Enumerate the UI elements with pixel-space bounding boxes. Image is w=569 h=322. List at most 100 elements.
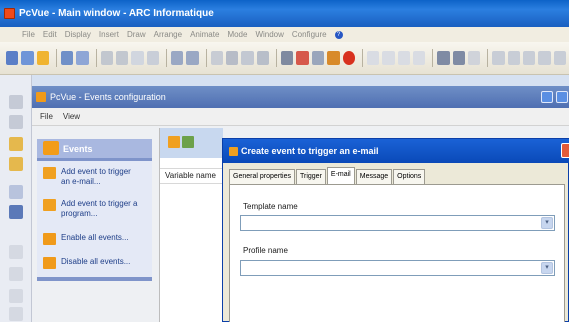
color-icon[interactable] — [296, 51, 309, 65]
layers-icon[interactable] — [311, 51, 325, 65]
main-titlebar: PcVue - Main window - ARC Informatique — [0, 0, 569, 27]
zoom-in-icon[interactable] — [492, 51, 505, 65]
dialog-email-icon — [229, 146, 238, 156]
events-window-icon — [36, 92, 46, 102]
toolbar-separator — [487, 49, 489, 67]
tab-general-properties[interactable]: General properties — [229, 169, 295, 184]
table-icon[interactable] — [452, 51, 465, 65]
group-icon[interactable] — [241, 51, 254, 65]
tab-trigger[interactable]: Trigger — [295, 169, 326, 184]
properties-icon[interactable] — [281, 51, 294, 65]
delete-icon[interactable] — [210, 51, 224, 65]
menu-display[interactable]: Display — [65, 30, 91, 39]
disable-events-icon — [43, 257, 56, 269]
minimize-button[interactable] — [541, 91, 553, 103]
variable-list-panel: Variable name — [159, 128, 223, 322]
copy-icon[interactable] — [116, 51, 129, 65]
paste-icon[interactable] — [131, 51, 144, 65]
zoom-area-icon[interactable] — [523, 51, 536, 65]
draw-pen-icon[interactable] — [382, 51, 395, 65]
profile-name-combobox[interactable]: ▾ — [240, 260, 555, 276]
toolbar-separator — [56, 49, 58, 67]
task-label: Add event to trigger a program... — [61, 199, 138, 218]
rotate-icon[interactable] — [9, 115, 23, 129]
template-name-combobox[interactable]: ▾ — [240, 215, 555, 231]
folder-icon[interactable] — [36, 51, 50, 65]
open-icon[interactable] — [21, 51, 34, 65]
events-window-menubar: File View — [32, 108, 569, 126]
panel-icon[interactable] — [9, 205, 23, 219]
ungroup-icon[interactable] — [256, 51, 270, 65]
info-icon[interactable] — [9, 185, 23, 199]
pen-icon[interactable] — [9, 157, 23, 171]
menu-animate[interactable]: Animate — [190, 30, 219, 39]
toolbar-separator — [166, 49, 168, 67]
shape-tool-icon[interactable] — [9, 307, 23, 321]
task-add-email-event[interactable]: Add event to trigger an e-mail... — [43, 167, 141, 187]
menu-insert[interactable]: Insert — [99, 30, 119, 39]
dialog-title: Create event to trigger an e-mail — [241, 146, 379, 156]
grid-icon[interactable] — [437, 51, 450, 65]
variable-list-toolbar — [160, 128, 223, 158]
menu-arrange[interactable]: Arrange — [154, 30, 182, 39]
undo-icon[interactable] — [171, 51, 184, 65]
zoom-menu-icon[interactable] — [553, 51, 567, 65]
events-task-list: Add event to trigger an e-mail... Add ev… — [37, 161, 152, 277]
task-label: Add event to trigger an e-mail... — [61, 167, 131, 186]
pencil-icon[interactable] — [9, 137, 23, 151]
task-add-program-event[interactable]: Add event to trigger a program... — [43, 199, 141, 219]
redo-icon[interactable] — [186, 51, 199, 65]
events-menu-view[interactable]: View — [63, 112, 80, 121]
menu-edit[interactable]: Edit — [43, 30, 57, 39]
tab-options[interactable]: Options — [393, 169, 426, 184]
maximize-button[interactable] — [556, 91, 568, 103]
pointer-icon[interactable] — [9, 95, 23, 109]
chevron-down-icon[interactable]: ▾ — [541, 262, 553, 274]
menu-mode[interactable]: Mode — [227, 30, 247, 39]
draw-line-icon[interactable] — [366, 51, 380, 65]
task-enable-all-events[interactable]: Enable all events... — [43, 233, 141, 245]
snap-icon[interactable] — [467, 51, 481, 65]
rectangle-tool-icon[interactable] — [9, 289, 23, 303]
events-menu-file[interactable]: File — [40, 112, 53, 121]
save-all-icon[interactable] — [76, 51, 89, 65]
dialog-tabs: General properties Trigger E-mail Messag… — [229, 167, 426, 184]
new-folder-icon[interactable] — [182, 136, 194, 148]
paste-special-icon[interactable] — [146, 51, 160, 65]
variable-name-column-header[interactable]: Variable name — [160, 168, 223, 184]
pcvue-logo-icon — [4, 8, 15, 19]
config-icon[interactable] — [327, 51, 340, 65]
menu-file[interactable]: File — [22, 30, 35, 39]
profile-name-label: Profile name — [243, 246, 288, 255]
save-icon[interactable] — [61, 51, 74, 65]
zoom-fit-icon[interactable] — [538, 51, 551, 65]
program-event-icon — [43, 199, 56, 211]
email-tab-content: Template name ▾ Profile name ▾ — [229, 184, 565, 322]
enable-events-icon — [43, 233, 56, 245]
events-task-title: Events — [63, 143, 93, 154]
toolbar-separator — [276, 49, 278, 67]
stop-icon[interactable] — [342, 51, 355, 65]
draw-polyline-icon[interactable] — [397, 51, 410, 65]
menu-window[interactable]: Window — [255, 30, 283, 39]
toolbar-separator — [205, 49, 207, 67]
duplicate-icon[interactable] — [226, 51, 239, 65]
events-task-header[interactable]: Events — [37, 139, 152, 158]
chevron-down-icon[interactable]: ▾ — [541, 217, 553, 229]
create-email-event-dialog: Create event to trigger an e-mail Genera… — [222, 138, 569, 322]
tab-email[interactable]: E-mail — [326, 167, 355, 184]
draw-curve-icon[interactable] — [412, 51, 426, 65]
tab-message[interactable]: Message — [355, 169, 393, 184]
task-disable-all-events[interactable]: Disable all events... — [43, 257, 141, 269]
cut-icon[interactable] — [100, 51, 114, 65]
zoom-out-icon[interactable] — [507, 51, 520, 65]
new-icon[interactable] — [6, 51, 19, 65]
line-tool-icon[interactable] — [9, 245, 23, 259]
new-event-icon[interactable] — [168, 136, 180, 148]
help-icon[interactable]: ? — [334, 30, 343, 39]
dialog-close-button[interactable] — [561, 143, 569, 158]
menu-configure[interactable]: Configure — [292, 30, 327, 39]
menu-draw[interactable]: Draw — [127, 30, 146, 39]
ellipse-tool-icon[interactable] — [9, 267, 23, 281]
events-window-titlebar: PcVue - Events configuration — [32, 86, 569, 108]
